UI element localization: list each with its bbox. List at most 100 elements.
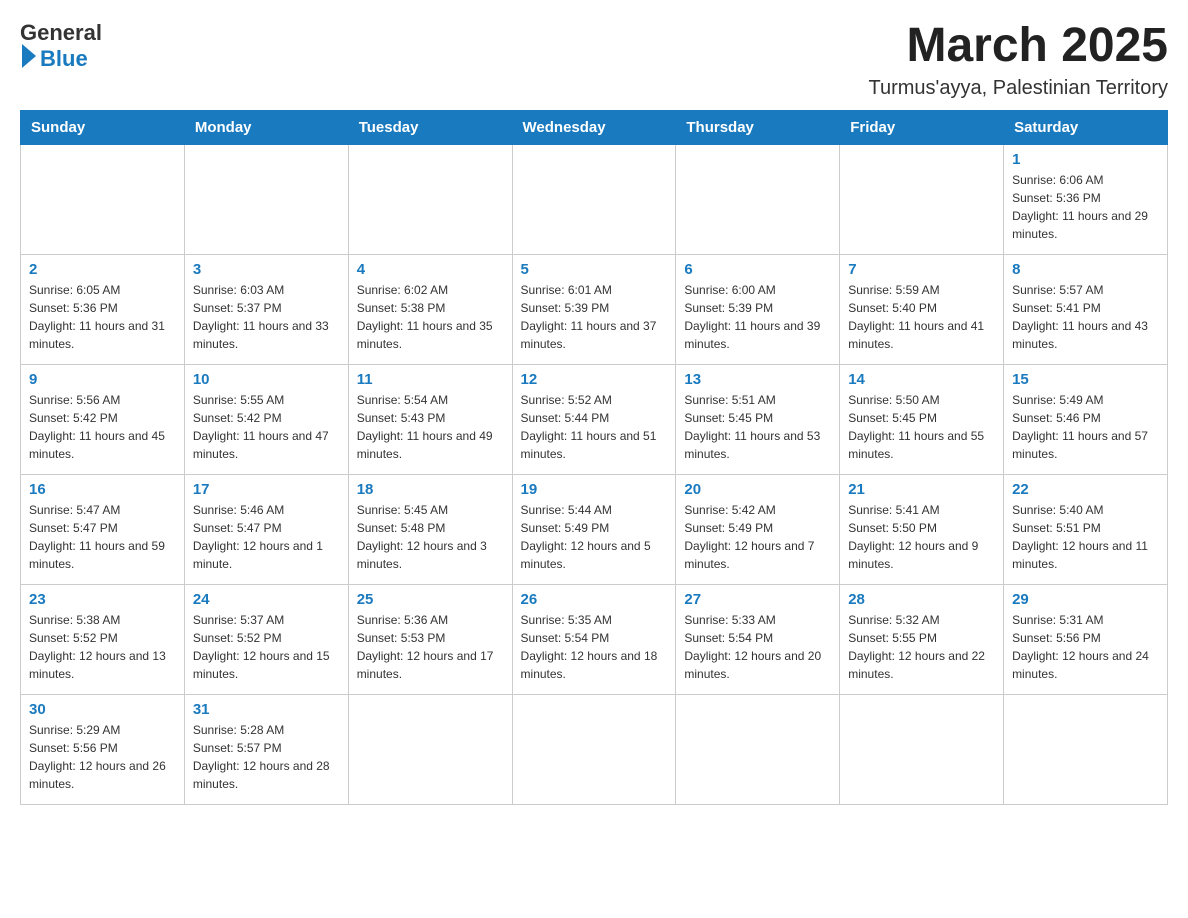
calendar-cell: 13 Sunrise: 5:51 AMSunset: 5:45 PMDayligh… [676, 364, 840, 474]
day-number: 3 [193, 261, 340, 278]
day-info: Sunrise: 5:29 AMSunset: 5:56 PMDaylight:… [29, 721, 176, 793]
day-number: 28 [848, 591, 995, 608]
day-info: Sunrise: 5:32 AMSunset: 5:55 PMDaylight:… [848, 611, 995, 683]
calendar-week-row: 2 Sunrise: 6:05 AMSunset: 5:36 PMDaylight… [21, 254, 1168, 364]
weekday-header-sunday: Sunday [21, 110, 185, 144]
day-info: Sunrise: 5:52 AMSunset: 5:44 PMDaylight:… [521, 391, 668, 463]
calendar-cell: 27 Sunrise: 5:33 AMSunset: 5:54 PMDayligh… [676, 584, 840, 694]
weekday-header-tuesday: Tuesday [348, 110, 512, 144]
day-number: 27 [684, 591, 831, 608]
calendar-cell: 17Sunrise: 5:46 AMSunset: 5:47 PMDayligh… [184, 474, 348, 584]
month-title: March 2025 [869, 20, 1168, 73]
calendar-cell: 1 Sunrise: 6:06 AMSunset: 5:36 PMDaylight… [1004, 144, 1168, 254]
day-number: 12 [521, 371, 668, 388]
calendar-cell: 25 Sunrise: 5:36 AMSunset: 5:53 PMDayligh… [348, 584, 512, 694]
calendar-cell: 22 Sunrise: 5:40 AMSunset: 5:51 PMDayligh… [1004, 474, 1168, 584]
day-info: Sunrise: 5:35 AMSunset: 5:54 PMDaylight:… [521, 611, 668, 683]
weekday-header-row: SundayMondayTuesdayWednesdayThursdayFrid… [21, 110, 1168, 144]
day-number: 25 [357, 591, 504, 608]
logo: General Blue [20, 20, 102, 72]
day-info: Sunrise: 6:01 AMSunset: 5:39 PMDaylight:… [521, 281, 668, 353]
day-number: 11 [357, 371, 504, 388]
day-info: Sunrise: 5:40 AMSunset: 5:51 PMDaylight:… [1012, 501, 1159, 573]
day-info: Sunrise: 5:37 AMSunset: 5:52 PMDaylight:… [193, 611, 340, 683]
calendar-week-row: 1 Sunrise: 6:06 AMSunset: 5:36 PMDaylight… [21, 144, 1168, 254]
weekday-header-friday: Friday [840, 110, 1004, 144]
calendar-cell: 14 Sunrise: 5:50 AMSunset: 5:45 PMDayligh… [840, 364, 1004, 474]
day-info: Sunrise: 5:36 AMSunset: 5:53 PMDaylight:… [357, 611, 504, 683]
day-number: 5 [521, 261, 668, 278]
calendar-cell [184, 144, 348, 254]
weekday-header-saturday: Saturday [1004, 110, 1168, 144]
logo-blue-text: Blue [40, 46, 88, 72]
day-number: 2 [29, 261, 176, 278]
day-number: 14 [848, 371, 995, 388]
location-title: Turmus'ayya, Palestinian Territory [869, 77, 1168, 100]
title-area: March 2025 Turmus'ayya, Palestinian Terr… [869, 20, 1168, 100]
calendar-cell: 15Sunrise: 5:49 AMSunset: 5:46 PMDayligh… [1004, 364, 1168, 474]
day-info: Sunrise: 5:42 AMSunset: 5:49 PMDaylight:… [684, 501, 831, 573]
calendar-cell: 28 Sunrise: 5:32 AMSunset: 5:55 PMDayligh… [840, 584, 1004, 694]
calendar-cell [21, 144, 185, 254]
calendar-cell: 10Sunrise: 5:55 AMSunset: 5:42 PMDayligh… [184, 364, 348, 474]
day-number: 16 [29, 481, 176, 498]
calendar-cell: 21Sunrise: 5:41 AMSunset: 5:50 PMDayligh… [840, 474, 1004, 584]
day-info: Sunrise: 6:03 AMSunset: 5:37 PMDaylight:… [193, 281, 340, 353]
day-info: Sunrise: 5:49 AMSunset: 5:46 PMDaylight:… [1012, 391, 1159, 463]
day-info: Sunrise: 6:06 AMSunset: 5:36 PMDaylight:… [1012, 171, 1159, 243]
calendar-cell: 3 Sunrise: 6:03 AMSunset: 5:37 PMDaylight… [184, 254, 348, 364]
calendar-cell [348, 694, 512, 804]
day-number: 9 [29, 371, 176, 388]
day-number: 13 [684, 371, 831, 388]
day-number: 1 [1012, 151, 1159, 168]
calendar-cell: 29Sunrise: 5:31 AMSunset: 5:56 PMDayligh… [1004, 584, 1168, 694]
calendar-cell: 19 Sunrise: 5:44 AMSunset: 5:49 PMDayligh… [512, 474, 676, 584]
calendar-cell: 12 Sunrise: 5:52 AMSunset: 5:44 PMDayligh… [512, 364, 676, 474]
day-number: 6 [684, 261, 831, 278]
day-info: Sunrise: 5:56 AMSunset: 5:42 PMDaylight:… [29, 391, 176, 463]
day-number: 30 [29, 701, 176, 718]
day-number: 19 [521, 481, 668, 498]
logo-triangle-icon [22, 44, 36, 68]
day-number: 18 [357, 481, 504, 498]
day-info: Sunrise: 5:51 AMSunset: 5:45 PMDaylight:… [684, 391, 831, 463]
calendar-week-row: 16Sunrise: 5:47 AMSunset: 5:47 PMDayligh… [21, 474, 1168, 584]
calendar-cell [512, 694, 676, 804]
day-info: Sunrise: 5:33 AMSunset: 5:54 PMDaylight:… [684, 611, 831, 683]
day-number: 17 [193, 481, 340, 498]
calendar-cell: 18 Sunrise: 5:45 AMSunset: 5:48 PMDayligh… [348, 474, 512, 584]
calendar-week-row: 9 Sunrise: 5:56 AMSunset: 5:42 PMDaylight… [21, 364, 1168, 474]
day-info: Sunrise: 6:02 AMSunset: 5:38 PMDaylight:… [357, 281, 504, 353]
day-info: Sunrise: 6:05 AMSunset: 5:36 PMDaylight:… [29, 281, 176, 353]
day-number: 10 [193, 371, 340, 388]
day-number: 31 [193, 701, 340, 718]
weekday-header-monday: Monday [184, 110, 348, 144]
calendar-cell [348, 144, 512, 254]
calendar-cell [676, 144, 840, 254]
calendar-cell: 16Sunrise: 5:47 AMSunset: 5:47 PMDayligh… [21, 474, 185, 584]
day-number: 8 [1012, 261, 1159, 278]
calendar-cell: 9 Sunrise: 5:56 AMSunset: 5:42 PMDaylight… [21, 364, 185, 474]
day-info: Sunrise: 5:28 AMSunset: 5:57 PMDaylight:… [193, 721, 340, 793]
calendar-cell [676, 694, 840, 804]
calendar-cell: 11 Sunrise: 5:54 AMSunset: 5:43 PMDayligh… [348, 364, 512, 474]
day-number: 21 [848, 481, 995, 498]
day-info: Sunrise: 5:54 AMSunset: 5:43 PMDaylight:… [357, 391, 504, 463]
calendar-cell: 2 Sunrise: 6:05 AMSunset: 5:36 PMDaylight… [21, 254, 185, 364]
day-info: Sunrise: 5:44 AMSunset: 5:49 PMDaylight:… [521, 501, 668, 573]
day-info: Sunrise: 5:57 AMSunset: 5:41 PMDaylight:… [1012, 281, 1159, 353]
day-info: Sunrise: 5:50 AMSunset: 5:45 PMDaylight:… [848, 391, 995, 463]
day-number: 22 [1012, 481, 1159, 498]
day-number: 4 [357, 261, 504, 278]
calendar-cell: 6Sunrise: 6:00 AMSunset: 5:39 PMDaylight… [676, 254, 840, 364]
day-number: 24 [193, 591, 340, 608]
calendar-cell: 26Sunrise: 5:35 AMSunset: 5:54 PMDayligh… [512, 584, 676, 694]
day-info: Sunrise: 5:59 AMSunset: 5:40 PMDaylight:… [848, 281, 995, 353]
calendar-cell: 7Sunrise: 5:59 AMSunset: 5:40 PMDaylight… [840, 254, 1004, 364]
calendar-week-row: 23Sunrise: 5:38 AMSunset: 5:52 PMDayligh… [21, 584, 1168, 694]
calendar-cell: 5 Sunrise: 6:01 AMSunset: 5:39 PMDaylight… [512, 254, 676, 364]
day-info: Sunrise: 5:45 AMSunset: 5:48 PMDaylight:… [357, 501, 504, 573]
page-header: General Blue March 2025 Turmus'ayya, Pal… [20, 20, 1168, 100]
weekday-header-thursday: Thursday [676, 110, 840, 144]
calendar-cell: 30 Sunrise: 5:29 AMSunset: 5:56 PMDayligh… [21, 694, 185, 804]
